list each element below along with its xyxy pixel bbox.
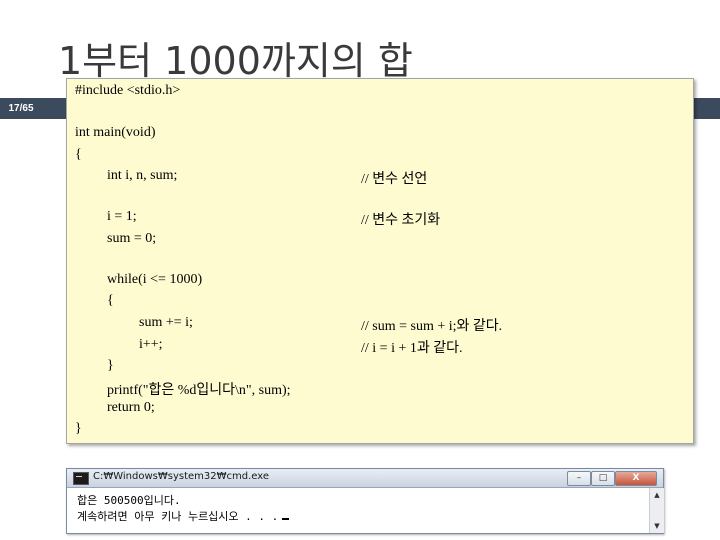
console-output-line: 합은 500500입니다.	[77, 494, 181, 507]
console-output[interactable]: 합은 500500입니다. 계속하려면 아무 키나 누르십시오 . . .	[67, 488, 649, 533]
code-line-declare: int i, n, sum;	[107, 168, 178, 183]
code-line-init-i: i = 1;	[107, 209, 137, 224]
cmd-icon	[73, 472, 89, 485]
console-titlebar[interactable]: C:₩Windows₩system32₩cmd.exe – □ X	[67, 469, 663, 488]
code-line-while-open: {	[107, 293, 114, 308]
comment-init: // 변수 초기화	[361, 213, 441, 228]
code-line-init-sum: sum = 0;	[107, 231, 157, 246]
code-line-increment: i++;	[139, 337, 163, 352]
comment-declare: // 변수 선언	[361, 172, 428, 187]
slide-title: 1부터 1000까지의 합	[58, 39, 413, 83]
code-line-while-close: }	[107, 358, 114, 373]
code-listing-box: #include <stdio.h> int main(void) { int …	[66, 78, 694, 444]
scroll-up-arrow-icon[interactable]: ▲	[652, 490, 662, 500]
code-line-return: return 0;	[107, 400, 155, 415]
comment-increment: // i = i + 1과 같다.	[361, 341, 463, 356]
console-title: C:₩Windows₩system32₩cmd.exe	[93, 471, 270, 482]
code-line-close-brace: }	[75, 421, 82, 436]
code-line-sum-add: sum += i;	[139, 315, 193, 330]
code-line-include: #include <stdio.h>	[75, 83, 181, 98]
maximize-button[interactable]: □	[591, 471, 615, 486]
console-window: C:₩Windows₩system32₩cmd.exe – □ X 합은 500…	[66, 468, 664, 534]
minimize-button[interactable]: –	[567, 471, 591, 486]
code-line-open-brace: {	[75, 147, 82, 162]
scroll-down-arrow-icon[interactable]: ▼	[652, 521, 662, 531]
console-prompt-line: 계속하려면 아무 키나 누르십시오 . . .	[77, 508, 290, 524]
comment-sum-add: // sum = sum + i;와 같다.	[361, 319, 503, 334]
vertical-scrollbar[interactable]: ▲ ▼	[649, 488, 664, 533]
page-number: 17/65	[8, 103, 34, 114]
code-line-printf: printf("합은 %d입니다\n", sum);	[107, 383, 291, 398]
text-cursor	[282, 518, 290, 520]
close-button[interactable]: X	[615, 471, 657, 486]
code-line-while: while(i <= 1000)	[107, 272, 203, 287]
console-prompt-text: 계속하려면 아무 키나 누르십시오 . . .	[77, 510, 279, 523]
code-line-main: int main(void)	[75, 125, 156, 140]
